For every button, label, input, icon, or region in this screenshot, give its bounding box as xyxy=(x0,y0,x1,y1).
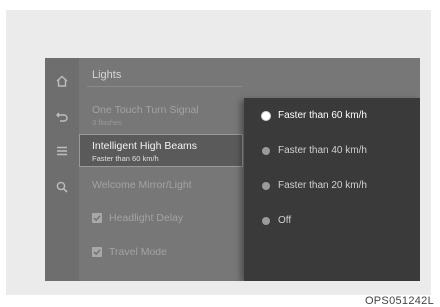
menu-item-travel-mode[interactable]: Travel Mode xyxy=(92,246,167,258)
back-icon[interactable] xyxy=(55,109,69,123)
high-beams-options-popup: Faster than 60 km/h Faster than 40 km/h … xyxy=(244,98,420,281)
option-faster-than-40[interactable]: Faster than 40 km/h xyxy=(262,145,367,156)
option-faster-than-60[interactable]: Faster than 60 km/h xyxy=(262,110,367,121)
option-label: Faster than 40 km/h xyxy=(278,145,367,156)
side-rail xyxy=(45,58,79,281)
radio-icon xyxy=(262,216,270,225)
headlight-delay-label: Headlight Delay xyxy=(109,212,184,224)
travel-mode-checkbox[interactable] xyxy=(92,247,102,257)
option-label: Faster than 20 km/h xyxy=(278,180,367,191)
menu-item-one-touch-turn-signal[interactable]: One Touch Turn Signal xyxy=(92,104,199,116)
title-divider xyxy=(87,86,242,87)
radio-selected-icon xyxy=(262,111,270,120)
menu-item-welcome-mirror-light[interactable]: Welcome Mirror/Light xyxy=(92,179,192,191)
option-off[interactable]: Off xyxy=(262,215,291,226)
page-title: Lights xyxy=(92,69,122,81)
home-icon[interactable] xyxy=(55,74,69,88)
menu-item-intelligent-high-beams[interactable]: Intelligent High Beams Faster than 60 km… xyxy=(79,134,243,167)
search-icon[interactable] xyxy=(55,180,69,194)
option-label: Off xyxy=(278,215,292,226)
option-faster-than-20[interactable]: Faster than 20 km/h xyxy=(262,180,367,191)
infotainment-screen: Lights One Touch Turn Signal 3 flashes I… xyxy=(45,58,420,281)
menu-icon[interactable] xyxy=(55,144,69,158)
menu-item-headlight-delay[interactable]: Headlight Delay xyxy=(92,212,183,224)
high-beams-value: Faster than 60 km/h xyxy=(92,154,159,163)
radio-icon xyxy=(262,146,270,155)
radio-icon xyxy=(262,181,270,190)
figure-code: OPS051242L xyxy=(364,295,434,307)
figure-frame: Lights One Touch Turn Signal 3 flashes I… xyxy=(6,10,431,295)
menu-item-one-touch-value: 3 flashes xyxy=(92,118,123,127)
headlight-delay-checkbox[interactable] xyxy=(92,213,102,223)
option-label: Faster than 60 km/h xyxy=(278,110,367,121)
travel-mode-label: Travel Mode xyxy=(109,246,167,258)
high-beams-label: Intelligent High Beams xyxy=(92,140,198,152)
